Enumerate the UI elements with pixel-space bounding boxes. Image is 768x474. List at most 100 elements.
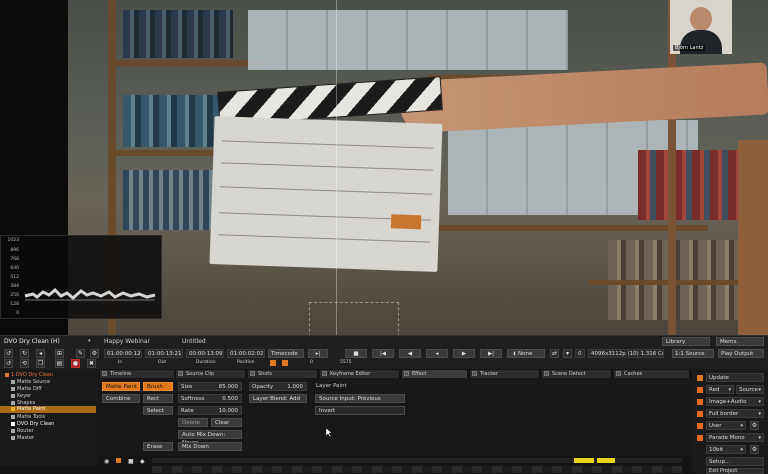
tree-item[interactable]: 1 DVO Dry Clean bbox=[5, 372, 53, 379]
eye-icon[interactable]: ◉ bbox=[104, 458, 109, 465]
user-checkbox[interactable] bbox=[697, 423, 703, 429]
tree-item[interactable]: Master bbox=[11, 435, 34, 442]
settings-icon[interactable]: ⚙ bbox=[90, 349, 99, 358]
waveform-tick: 384 bbox=[10, 284, 19, 289]
paint-icon[interactable]: ✎ bbox=[76, 349, 85, 358]
channel-select[interactable]: Red ▾ bbox=[706, 385, 734, 394]
project-name: Happy Webinar bbox=[104, 338, 150, 345]
arrow-icon[interactable]: ◂ bbox=[36, 349, 45, 358]
tab-caches[interactable]: Caches bbox=[614, 370, 690, 378]
matte-paint-button[interactable]: Matte Paint bbox=[102, 382, 140, 391]
play-output-select[interactable]: Play Output bbox=[718, 349, 764, 358]
erase-button[interactable]: Erase bbox=[143, 442, 173, 451]
previous-clip-icon[interactable]: |◀ bbox=[372, 349, 394, 358]
update-button[interactable]: Update bbox=[706, 373, 764, 382]
tab-scene-detect[interactable]: Scene Detect bbox=[542, 370, 612, 378]
brush-button[interactable]: Brush bbox=[143, 382, 173, 391]
mix-down-button[interactable]: Mix Down bbox=[178, 442, 242, 451]
keyframe-marker-icon[interactable] bbox=[282, 360, 288, 366]
play-back-icon[interactable]: ◂ bbox=[426, 349, 448, 358]
image-audio-checkbox[interactable] bbox=[697, 399, 703, 405]
auto-mix-down-select[interactable]: Auto Mix Down: Never bbox=[178, 430, 242, 446]
tab-tracker[interactable]: Tracker bbox=[470, 370, 540, 378]
mini-timeline[interactable]: ◉ ■ ◆ bbox=[98, 456, 692, 473]
bit-depth-select[interactable]: 10bit ▾ bbox=[706, 445, 746, 454]
red-checkbox[interactable] bbox=[697, 387, 703, 393]
source-view-select[interactable]: 1:1 Source bbox=[672, 349, 714, 358]
undo-icon[interactable]: ↺ bbox=[4, 349, 13, 358]
waveform-tick: 640 bbox=[10, 266, 19, 271]
marker-icon[interactable]: ◆ bbox=[140, 458, 145, 465]
keyframe-marker-icon[interactable] bbox=[270, 360, 276, 366]
duration-timecode[interactable]: 00:00:13:09 bbox=[186, 349, 224, 358]
in-timecode[interactable]: 01:00:00:12 bbox=[104, 349, 142, 358]
tab-effect[interactable]: Effect bbox=[402, 370, 468, 378]
parade-mono-checkbox[interactable] bbox=[697, 435, 703, 441]
tab-source-clip[interactable]: Source Clip bbox=[176, 370, 246, 378]
select-button[interactable]: Select bbox=[143, 406, 173, 415]
tree-item[interactable]: DVO Dry Clean bbox=[11, 421, 54, 428]
loop-icon[interactable]: ⟲ bbox=[20, 359, 29, 368]
step-forward-icon[interactable]: ▶| bbox=[480, 349, 502, 358]
thumbnail-strip[interactable] bbox=[152, 466, 682, 473]
frame-num-field[interactable]: 0 bbox=[575, 349, 585, 358]
redo-icon[interactable]: ↻ bbox=[20, 349, 29, 358]
out-timecode[interactable]: 01:00:13:21 bbox=[145, 349, 183, 358]
source-input-select[interactable]: Source Input: Previous bbox=[315, 394, 405, 403]
swap-icon[interactable]: ⇄ bbox=[550, 349, 559, 358]
mems-button[interactable]: Mems. bbox=[716, 337, 764, 346]
tree-item[interactable]: Matte Diff bbox=[11, 386, 42, 393]
copy-icon[interactable]: ❐ bbox=[36, 359, 45, 368]
down-icon[interactable]: ▾ bbox=[563, 349, 572, 358]
lock-icon[interactable]: ■ bbox=[128, 458, 134, 465]
record-icon[interactable]: ● bbox=[71, 359, 80, 368]
exit-project-button[interactable]: Exit Project bbox=[706, 468, 764, 474]
rect-button[interactable]: Rect bbox=[143, 394, 173, 403]
rate-slider[interactable]: Rate 10.000 bbox=[178, 406, 242, 415]
step-back-icon[interactable]: ◀ bbox=[399, 349, 421, 358]
color-icon[interactable] bbox=[116, 458, 121, 463]
tree-item[interactable]: Matte Tools bbox=[11, 414, 45, 421]
full-border-checkbox[interactable] bbox=[697, 411, 703, 417]
selection-box[interactable] bbox=[309, 302, 399, 335]
group-icon[interactable]: ▤ bbox=[55, 359, 64, 368]
timeline-marker[interactable] bbox=[574, 458, 594, 463]
tab-timeline[interactable]: Timeline bbox=[100, 370, 175, 378]
full-border-select[interactable]: Full border ▾ bbox=[706, 409, 764, 418]
user-settings-icon[interactable]: ⚙ bbox=[750, 421, 759, 430]
jump-icon[interactable]: ▸| bbox=[308, 349, 328, 358]
timeline-marker[interactable] bbox=[597, 458, 615, 463]
refresh-icon[interactable]: ↺ bbox=[4, 359, 13, 368]
delete-button[interactable]: Delete bbox=[178, 418, 208, 427]
play-icon[interactable]: ▶ bbox=[453, 349, 475, 358]
tree-item[interactable]: Matte Source bbox=[11, 379, 50, 386]
clear-button[interactable]: Clear bbox=[211, 418, 242, 427]
size-slider[interactable]: Size 85.000 bbox=[178, 382, 242, 391]
tree-item-active[interactable]: Matte Paint bbox=[11, 406, 45, 413]
tree-item[interactable]: Router bbox=[11, 428, 34, 435]
scope-mode-select[interactable]: Parade Mono ▾ bbox=[706, 433, 764, 442]
position-timecode[interactable]: 01:00:02:02 bbox=[227, 349, 265, 358]
image-audio-select[interactable]: Image+Audio ▾ bbox=[706, 397, 764, 406]
library-button[interactable]: Library bbox=[662, 337, 710, 346]
resolution-select[interactable]: 4096x3112p (10) 1.316 Cen bbox=[588, 349, 664, 358]
source-select[interactable]: Source ▾ bbox=[736, 385, 764, 394]
timecode-mode-select[interactable]: Timecode bbox=[268, 349, 304, 358]
invert-button[interactable]: Invert bbox=[315, 406, 405, 415]
scope-settings-icon[interactable]: ⚙ bbox=[750, 445, 759, 454]
softness-slider[interactable]: Softness 0.500 bbox=[178, 394, 242, 403]
layer-blend-select[interactable]: Layer Blend: Add bbox=[249, 394, 307, 403]
tab-shots[interactable]: Shots bbox=[248, 370, 318, 378]
node-view-icon[interactable]: ⊞ bbox=[55, 349, 64, 358]
trash-icon[interactable]: ✖ bbox=[87, 359, 96, 368]
view-mode-select[interactable]: None bbox=[515, 349, 545, 358]
tree-item[interactable]: Keyer bbox=[11, 393, 31, 400]
dropdown-icon[interactable]: ▾ bbox=[88, 338, 91, 344]
combine-button[interactable]: Combine bbox=[102, 394, 140, 403]
go-to-start-icon[interactable]: ■ bbox=[345, 349, 367, 358]
setup-button[interactable]: Setup... bbox=[706, 457, 764, 466]
video-viewer[interactable]: Björn Lantz 1023 896 768 640 512 384 256… bbox=[0, 0, 768, 335]
opacity-slider[interactable]: Opacity 1.000 bbox=[249, 382, 307, 391]
tab-keyframe-editor[interactable]: Keyframe Editor bbox=[320, 370, 400, 378]
user-select[interactable]: User ▾ bbox=[706, 421, 746, 430]
